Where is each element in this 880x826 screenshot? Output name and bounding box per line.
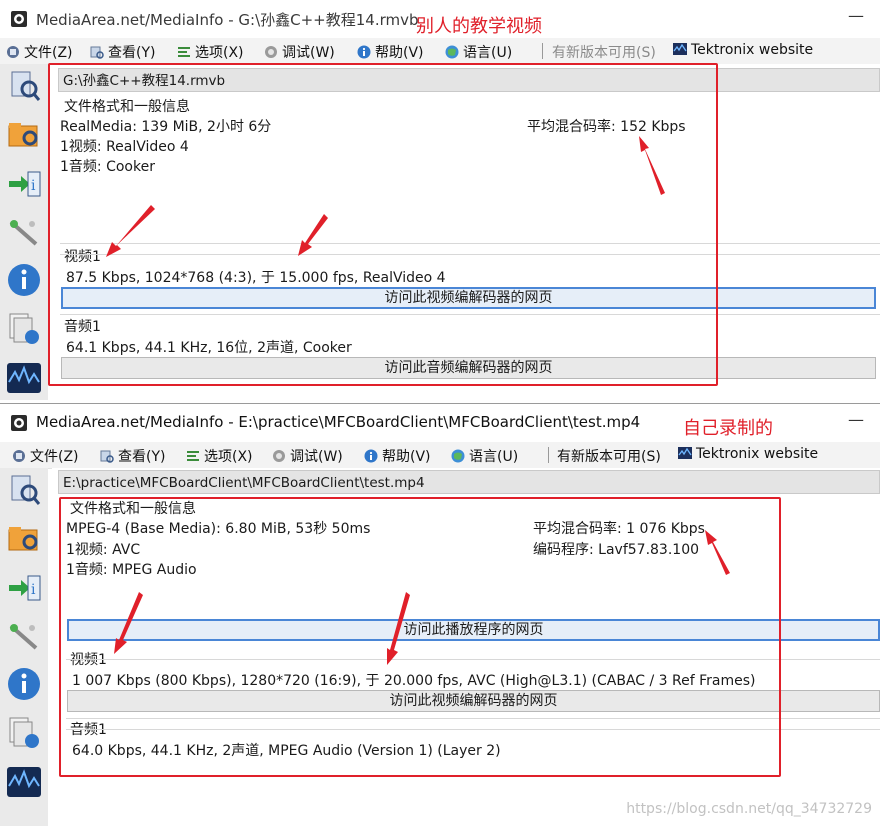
export-icon[interactable]: i xyxy=(6,166,42,202)
menu-tektronix[interactable]: Tektronix website xyxy=(678,446,818,462)
svg-text:i: i xyxy=(31,178,36,194)
open-folder-icon[interactable] xyxy=(6,116,42,152)
options-icon xyxy=(187,451,199,461)
menu-separator xyxy=(548,447,549,463)
menu-separator xyxy=(542,43,543,59)
language-icon xyxy=(445,45,459,59)
export-icon[interactable]: i xyxy=(6,570,42,606)
menu-new-version[interactable]: 有新版本可用(S) xyxy=(552,42,656,62)
file-path-bar: E:\practice\MFCBoardClient\MFCBoardClien… xyxy=(58,470,880,494)
tektronix-sidebar-icon[interactable] xyxy=(6,360,42,396)
title-bar: MediaArea.net/MediaInfo - G:\孙鑫C++教程14.r… xyxy=(0,0,880,38)
menu-new-version[interactable]: 有新版本可用(S) xyxy=(557,446,661,466)
tektronix-icon xyxy=(678,447,692,459)
menu-file[interactable]: 文件(Z) xyxy=(12,446,79,466)
mediainfo-window-1: MediaArea.net/MediaInfo - G:\孙鑫C++教程14.r… xyxy=(0,0,880,400)
menu-view[interactable]: 查看(Y) xyxy=(100,446,165,466)
menu-bar: 文件(Z) 查看(Y) 选项(X) 调试(W) 帮助(V) 语言(U) 有新版本… xyxy=(0,442,880,469)
help-icon xyxy=(364,449,378,463)
annotation-label: 自己录制的 xyxy=(683,418,773,439)
menu-debug[interactable]: 调试(W) xyxy=(264,42,335,62)
window-title: MediaArea.net/MediaInfo - E:\practice\MF… xyxy=(36,413,641,431)
about-icon[interactable] xyxy=(6,262,42,298)
help-icon xyxy=(357,45,371,59)
open-file-icon[interactable] xyxy=(6,68,42,104)
menu-help[interactable]: 帮助(V) xyxy=(357,42,424,62)
file-icon xyxy=(7,46,19,58)
web-update-icon[interactable] xyxy=(6,310,42,346)
view-icon xyxy=(100,450,114,463)
web-update-icon[interactable] xyxy=(6,714,42,750)
options-icon xyxy=(178,47,190,57)
menu-language[interactable]: 语言(U) xyxy=(445,42,512,62)
menu-view[interactable]: 查看(Y) xyxy=(90,42,155,62)
view-icon xyxy=(90,46,104,59)
mediainfo-window-2: MediaArea.net/MediaInfo - E:\practice\MF… xyxy=(0,403,880,826)
highlight-box xyxy=(48,63,718,386)
file-icon xyxy=(13,450,25,462)
debug-icon xyxy=(273,450,285,462)
options-tool-icon[interactable] xyxy=(6,618,42,654)
minimize-button[interactable]: — xyxy=(848,6,864,25)
window-title: MediaArea.net/MediaInfo - G:\孙鑫C++教程14.r… xyxy=(36,11,419,29)
minimize-button[interactable]: — xyxy=(848,410,864,429)
mediainfo-app-icon xyxy=(11,11,27,27)
sidebar-toolbar: i xyxy=(0,468,48,826)
annotation-label: 别人的教学视频 xyxy=(416,16,542,37)
menu-file[interactable]: 文件(Z) xyxy=(6,42,73,62)
tektronix-icon xyxy=(673,43,687,55)
tektronix-sidebar-icon[interactable] xyxy=(6,764,42,800)
menu-help[interactable]: 帮助(V) xyxy=(364,446,431,466)
menu-options[interactable]: 选项(X) xyxy=(177,42,244,62)
menu-debug[interactable]: 调试(W) xyxy=(272,446,343,466)
menu-tektronix[interactable]: Tektronix website xyxy=(673,42,813,58)
menu-language[interactable]: 语言(U) xyxy=(451,446,518,466)
about-icon[interactable] xyxy=(6,666,42,702)
options-tool-icon[interactable] xyxy=(6,214,42,250)
open-folder-icon[interactable] xyxy=(6,520,42,556)
menu-options[interactable]: 选项(X) xyxy=(186,446,253,466)
sidebar-toolbar: i xyxy=(0,64,48,400)
open-file-icon[interactable] xyxy=(6,472,42,508)
debug-icon xyxy=(265,46,277,58)
svg-text:i: i xyxy=(31,582,36,598)
language-icon xyxy=(451,449,465,463)
highlight-box xyxy=(59,497,781,777)
title-bar: MediaArea.net/MediaInfo - E:\practice\MF… xyxy=(0,404,880,442)
mediainfo-app-icon xyxy=(11,415,27,431)
watermark: https://blog.csdn.net/qq_34732729 xyxy=(626,801,872,817)
menu-bar: 文件(Z) 查看(Y) 选项(X) 调试(W) 帮助(V) 语言(U) 有新版本… xyxy=(0,38,880,65)
